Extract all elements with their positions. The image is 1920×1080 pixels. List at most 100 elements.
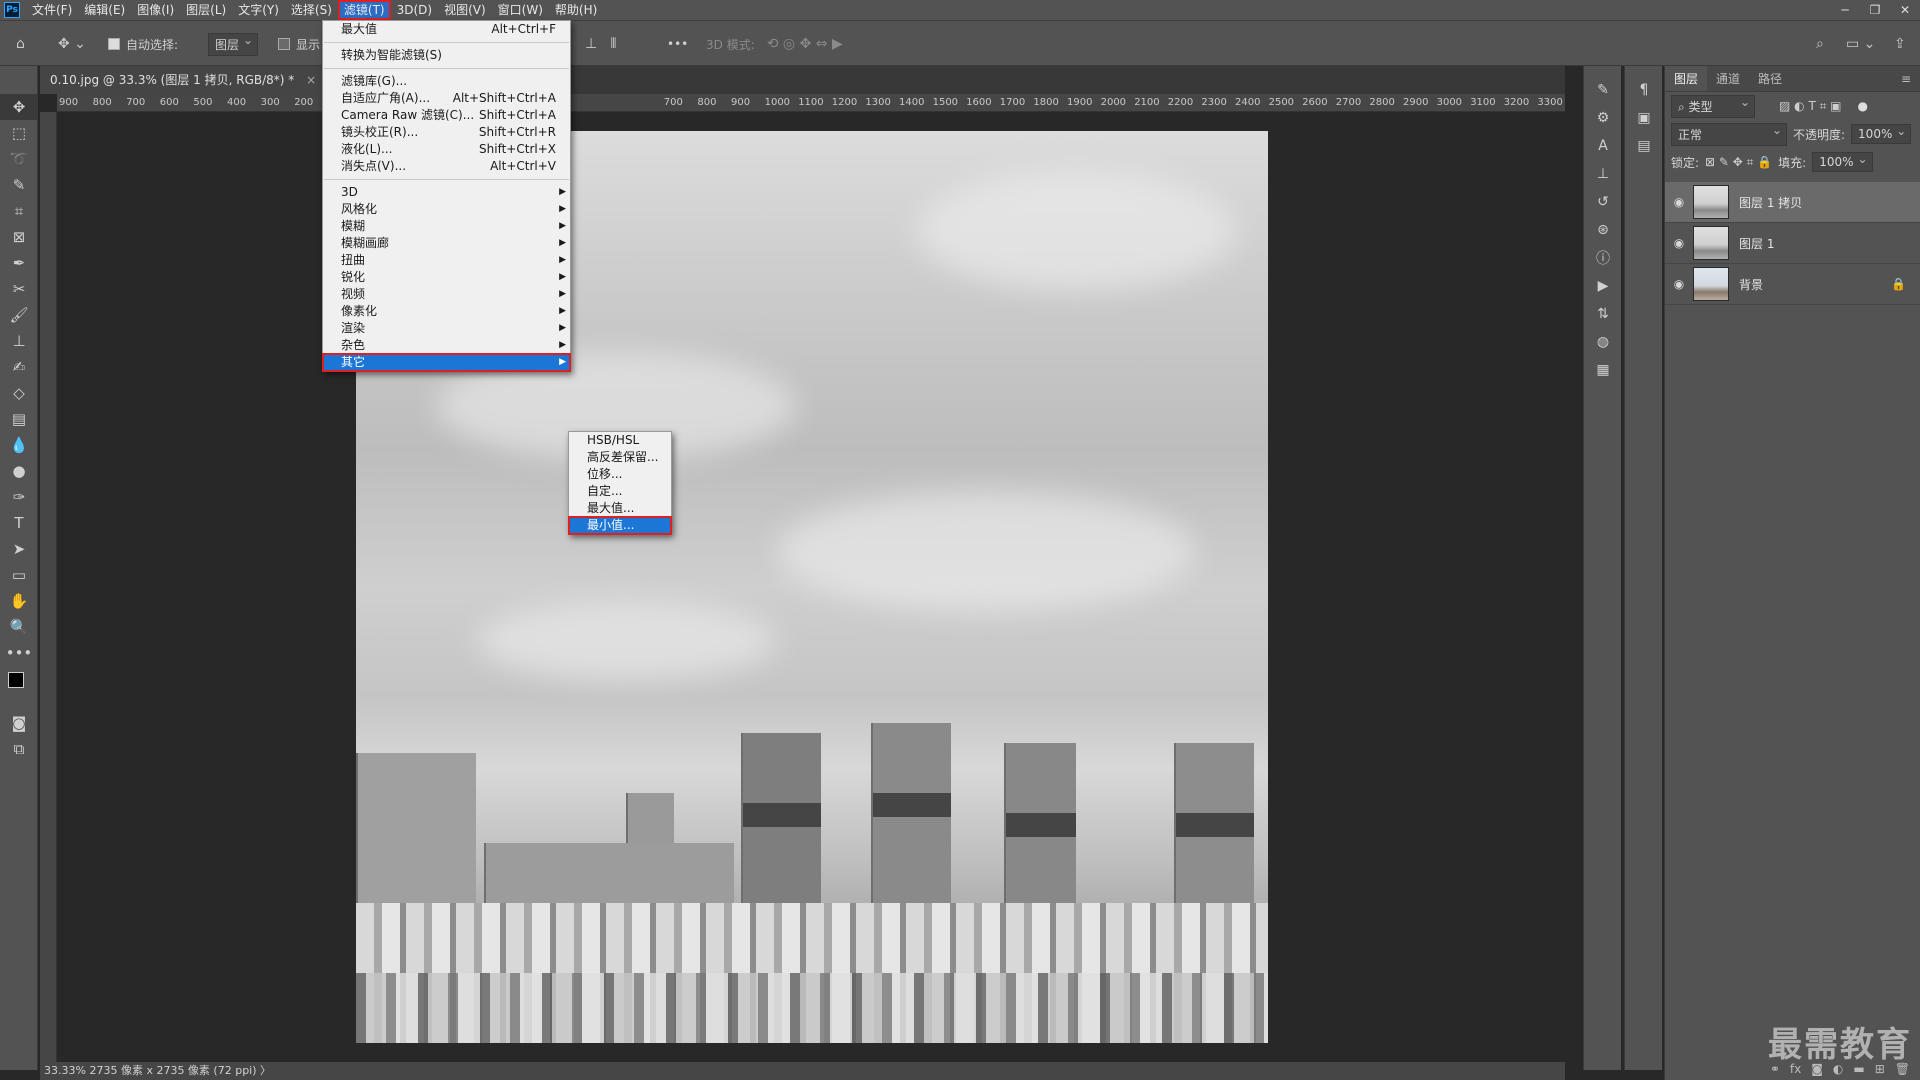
color-swatches[interactable]	[0, 666, 38, 710]
panel-menu-icon[interactable]: ≡	[1892, 66, 1920, 91]
more-tools-icon[interactable]: •••	[0, 640, 38, 666]
tab-layers[interactable]: 图层	[1665, 66, 1708, 91]
type-tool-icon[interactable]: T	[0, 510, 38, 536]
menu-item[interactable]: 3D(D)	[391, 0, 438, 20]
menu-item[interactable]: 文字(Y)	[232, 0, 285, 20]
other-submenu-item[interactable]: 最小值...	[568, 516, 672, 535]
filter-menu-item[interactable]: 镜头校正(R)... Shift+Ctrl+R	[323, 124, 570, 141]
3d-icon[interactable]: ◍	[1584, 328, 1622, 356]
filter-menu-item[interactable]: 扭曲 ▶	[323, 252, 570, 269]
frame-tool-icon[interactable]: ⊠	[0, 224, 38, 250]
gradient-tool-icon[interactable]: ▤	[0, 406, 38, 432]
move-tool-preset-icon[interactable]: ✥ ⌄	[58, 21, 86, 67]
move-tool-icon[interactable]: ✥	[0, 94, 38, 120]
lock-icons[interactable]: ⊠ ✎ ✥ ⌗ 🔒	[1705, 155, 1772, 170]
filter-menu-item[interactable]: 视频 ▶	[323, 286, 570, 303]
visibility-eye-icon[interactable]: ◉	[1665, 195, 1693, 209]
timeline-icon[interactable]: ⇅	[1584, 300, 1622, 328]
menu-item[interactable]: 编辑(E)	[78, 0, 131, 20]
hand-tool-icon[interactable]: ✋	[0, 588, 38, 614]
filter-type-icons[interactable]: ▨ ◐ T ⌗ ▣	[1779, 99, 1842, 114]
share-icon[interactable]: ⇪	[1894, 21, 1906, 67]
brush-tool-icon[interactable]: 🖌	[0, 302, 38, 328]
brush-settings-icon[interactable]: ✎	[1584, 76, 1622, 104]
history-icon[interactable]: ↺	[1584, 188, 1622, 216]
tab-channels[interactable]: 通道	[1707, 66, 1749, 91]
layer-kind-select[interactable]: ⌕ 类型	[1671, 94, 1755, 118]
actions-icon[interactable]: ▶	[1584, 272, 1622, 300]
menu-item[interactable]: 图层(L)	[180, 0, 232, 20]
other-submenu-item[interactable]: HSB/HSL	[569, 432, 671, 449]
menu-item[interactable]: 帮助(H)	[549, 0, 603, 20]
tab-paths[interactable]: 路径	[1749, 66, 1791, 91]
path-select-tool-icon[interactable]: ➤	[0, 536, 38, 562]
filter-menu-item[interactable]: 渲染 ▶	[323, 320, 570, 337]
foreground-color-swatch[interactable]	[8, 672, 24, 688]
stamp-tool-icon[interactable]: ⊥	[0, 328, 38, 354]
more-options-button[interactable]: •••	[667, 21, 688, 67]
filter-toggle-icon[interactable]: ●	[1858, 99, 1868, 113]
filter-menu-item[interactable]: 自适应广角(A)... Alt+Shift+Ctrl+A	[323, 90, 570, 107]
menu-item[interactable]: 滤镜(T)	[337, 0, 391, 20]
notes-icon[interactable]: ▤	[1625, 132, 1663, 160]
healing-tool-icon[interactable]: ✂	[0, 276, 38, 302]
filter-menu-item[interactable]: 模糊画廊 ▶	[323, 235, 570, 252]
search-icon[interactable]: ⌕	[1816, 21, 1824, 67]
auto-select-target-select[interactable]: 图层	[208, 32, 259, 56]
blend-mode-select[interactable]: 正常	[1671, 122, 1787, 146]
menu-item[interactable]: 文件(F)	[26, 0, 78, 20]
filter-menu-item[interactable]: 转换为智能滤镜(S)	[323, 47, 570, 64]
filter-menu-item[interactable]: 其它 ▶	[322, 353, 571, 372]
home-icon[interactable]: ⌂	[16, 21, 25, 67]
info-icon[interactable]: ⓘ	[1584, 244, 1622, 272]
marquee-tool-icon[interactable]: ⬚	[0, 120, 38, 146]
restore-button[interactable]: ❐	[1860, 0, 1890, 20]
menu-item[interactable]: 选择(S)	[285, 0, 338, 20]
eraser-tool-icon[interactable]: ◇	[0, 380, 38, 406]
quick-mask-icon[interactable]: ◙	[0, 710, 38, 736]
close-tab-icon[interactable]: ×	[306, 73, 316, 87]
auto-select-checkbox[interactable]	[108, 38, 120, 50]
zoom-level[interactable]: 33.33%	[44, 1064, 86, 1077]
document-tab[interactable]: 0.10.jpg @ 33.3% (图层 1 拷贝, RGB/8*) * ×	[40, 66, 327, 94]
screen-mode-icon[interactable]: ⧉	[0, 736, 38, 762]
filter-menu-item[interactable]: 液化(L)... Shift+Ctrl+X	[323, 141, 570, 158]
crop-tool-icon[interactable]: ⌗	[0, 198, 38, 224]
filter-menu-item[interactable]: Camera Raw 滤镜(C)... Shift+Ctrl+A	[323, 107, 570, 124]
show-transform-checkbox[interactable]	[278, 38, 290, 50]
status-chevron-icon[interactable]: 〉	[260, 1064, 271, 1077]
filter-menu-item[interactable]: 消失点(V)... Alt+Ctrl+V	[323, 158, 570, 175]
lock-icon[interactable]: 🔒	[1891, 277, 1906, 291]
clone-source-icon[interactable]: ⊥	[1584, 160, 1622, 188]
swatches-icon[interactable]: ▦	[1584, 356, 1622, 384]
filter-menu-item[interactable]: 锐化 ▶	[323, 269, 570, 286]
filter-menu-item[interactable]: 滤镜库(G)...	[323, 73, 570, 90]
adjustments-icon[interactable]: ⚙	[1584, 104, 1622, 132]
workspace-icon[interactable]: ▭ ⌄	[1846, 21, 1875, 67]
layer-row[interactable]: ◉ 图层 1	[1665, 223, 1920, 264]
visibility-eye-icon[interactable]: ◉	[1665, 277, 1693, 291]
filter-menu-item[interactable]: 模糊 ▶	[323, 218, 570, 235]
auto-select-toggle[interactable]: 自动选择:	[108, 21, 178, 67]
layer-row[interactable]: ◉ 图层 1 拷贝	[1665, 182, 1920, 223]
history-brush-icon[interactable]: ✍	[0, 354, 38, 380]
blur-tool-icon[interactable]: 💧	[0, 432, 38, 458]
filter-menu-item[interactable]: 风格化 ▶	[323, 201, 570, 218]
other-submenu-item[interactable]: 高反差保留...	[569, 449, 671, 466]
paragraph-icon[interactable]: ¶	[1625, 76, 1663, 104]
quick-select-tool-icon[interactable]: ✎	[0, 172, 38, 198]
character-icon[interactable]: A	[1584, 132, 1622, 160]
menu-item[interactable]: 图像(I)	[131, 0, 180, 20]
menu-item[interactable]: 视图(V)	[438, 0, 492, 20]
opacity-input[interactable]: 100%	[1851, 124, 1912, 144]
menu-item[interactable]: 窗口(W)	[492, 0, 549, 20]
rectangle-tool-icon[interactable]: ▭	[0, 562, 38, 588]
filter-menu-item[interactable]: 最大值 Alt+Ctrl+F	[323, 21, 570, 38]
other-submenu-item[interactable]: 位移...	[569, 466, 671, 483]
show-transform-toggle[interactable]: 显示	[278, 21, 320, 67]
close-button[interactable]: ✕	[1890, 0, 1920, 20]
filter-menu-item[interactable]: 杂色 ▶	[323, 337, 570, 354]
other-submenu-item[interactable]: 最大值...	[569, 500, 671, 517]
dodge-tool-icon[interactable]: ●	[0, 458, 38, 484]
zoom-tool-icon[interactable]: 🔍	[0, 614, 38, 640]
